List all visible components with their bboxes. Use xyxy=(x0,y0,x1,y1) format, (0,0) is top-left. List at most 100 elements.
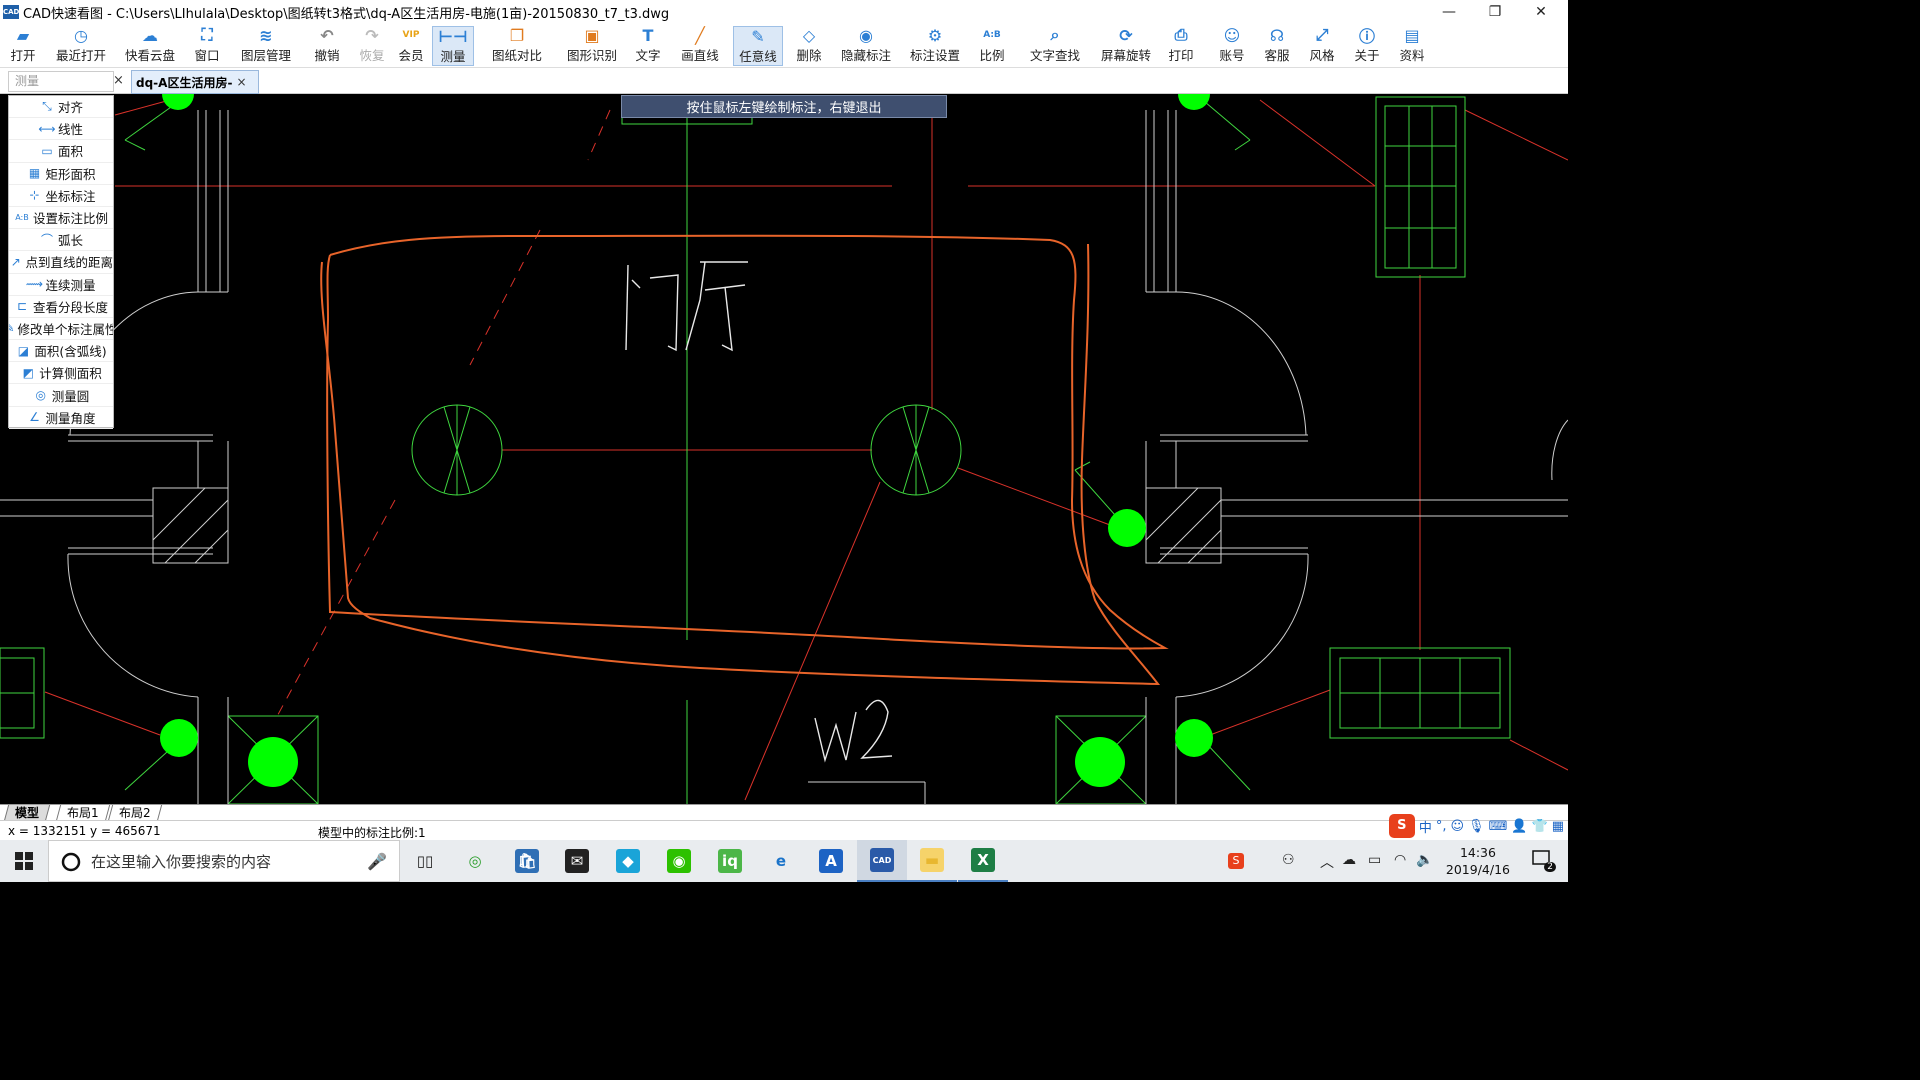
toolbar-button-freehand-pen[interactable]: ✎ 任意线 xyxy=(733,26,783,66)
measure-menu-item[interactable]: ↗ 点到直线的距离 xyxy=(9,251,113,274)
qq-icon: ◆ xyxy=(616,849,640,873)
toolbar-button-text-search[interactable]: ⌕ 文字查找 xyxy=(1027,25,1083,66)
toolbar-button-user[interactable]: ☺ 账号 xyxy=(1217,26,1247,66)
documents-icon: ▤ xyxy=(1404,25,1420,45)
taskbar-app-store[interactable]: 🛍 xyxy=(502,840,552,882)
window-title-bar: CAD CAD快速看图 - C:\Users\LIhulala\Desktop\… xyxy=(0,0,1568,24)
emoji-icon[interactable]: ☺ xyxy=(1450,819,1464,834)
taskbar-app-iqiyi[interactable]: iq xyxy=(705,840,755,882)
side-area-icon: ◩ xyxy=(22,365,34,380)
measure-menu-item[interactable]: ✎修改单个标注属性 xyxy=(9,318,113,341)
measure-menu-item[interactable]: ◎ 测量圆 xyxy=(9,384,113,407)
taskbar-app-qq[interactable]: ◆ xyxy=(603,840,653,882)
measure-menu-item-label: 查看分段长度 xyxy=(32,299,108,315)
toolbar-button-recent-clock[interactable]: ◷ 最近打开 xyxy=(52,26,110,66)
microphone-icon[interactable]: 🎤 xyxy=(367,852,387,871)
tab-layout2[interactable]: 布局2 xyxy=(107,805,162,821)
measure-menu-item[interactable]: ⊏ 查看分段长度 xyxy=(9,296,113,318)
taskbar-app-mail[interactable]: ✉ xyxy=(552,840,602,882)
measure-menu-item[interactable]: ▭ 面积 xyxy=(9,140,113,163)
toolbar-button-scale[interactable]: A:B 比例 xyxy=(977,26,1007,66)
user-icon[interactable]: 👤 xyxy=(1511,819,1527,834)
toolbar-button-redo[interactable]: ↷ 恢复 xyxy=(357,26,387,66)
toolbox-icon[interactable]: ▦ xyxy=(1552,819,1564,834)
minimize-button[interactable]: — xyxy=(1426,0,1472,24)
taskbar-app-edge[interactable]: e xyxy=(756,840,806,882)
battery-icon[interactable]: ▭ xyxy=(1368,852,1381,868)
window-icon: ⛶ xyxy=(201,25,213,44)
tab-model[interactable]: 模型 xyxy=(3,805,51,821)
toolbar-button-annotation-settings[interactable]: ⚙ 标注设置 xyxy=(907,26,963,66)
ime-toolbar[interactable]: S 中 °, ☺ 🎙 ⌨ 👤 👕 ▦ xyxy=(1388,813,1564,839)
measure-menu-item[interactable]: ⟿ 连续测量 xyxy=(9,274,113,296)
microphone-icon[interactable]: 🎙 xyxy=(1468,819,1485,834)
taskbar-app-wechat[interactable]: ◉ xyxy=(654,840,704,882)
measure-menu-item[interactable]: ▦ 矩形面积 xyxy=(9,163,113,185)
document-tab-close-icon[interactable]: × xyxy=(236,75,246,89)
toolbar-button-info[interactable]: ⓘ 关于 xyxy=(1352,26,1382,66)
onedrive-cloud-icon[interactable]: ☁ xyxy=(1342,852,1356,868)
start-button[interactable] xyxy=(0,840,48,882)
taskbar-app-file-explorer[interactable]: ▬ xyxy=(907,840,957,882)
volume-icon[interactable]: 🔈 xyxy=(1416,852,1433,868)
toolbar-button-draw-line[interactable]: ╱ 画直线 xyxy=(679,26,721,66)
people-icon[interactable]: ⚇ xyxy=(1282,852,1295,868)
drawing-canvas[interactable] xyxy=(0,94,1568,804)
annotation-scale-status: 模型中的标注比例:1 xyxy=(318,826,426,840)
measure-menu-item[interactable]: ⌒ 弧长 xyxy=(9,229,113,252)
ime-mode[interactable]: 中 xyxy=(1419,817,1432,836)
measure-menu-item[interactable]: ⊹ 坐标标注 xyxy=(9,185,113,207)
draw-line-icon: ╱ xyxy=(695,25,705,45)
toolbar-button-shape-recognize[interactable]: ▣ 图形识别 xyxy=(564,26,620,66)
restore-button[interactable]: ❐ xyxy=(1472,0,1518,24)
toolbar-button-layers[interactable]: ≋ 图层管理 xyxy=(238,26,294,66)
measure-menu-item-label: 对齐 xyxy=(57,100,83,116)
system-clock[interactable]: 14:36 2019/4/16 xyxy=(1446,844,1510,878)
toolbar-button-cloud[interactable]: ☁ 快看云盘 xyxy=(122,26,178,66)
sogou-tray-icon[interactable]: S xyxy=(1228,852,1244,869)
measure-menu-item[interactable]: A:B 设置标注比例 xyxy=(9,207,113,230)
toolbar-button-text[interactable]: T 文字 xyxy=(633,26,663,66)
toolbar-button-label: 画直线 xyxy=(681,48,719,63)
toolbar-button-rotate-screen[interactable]: ⟳ 屏幕旋转 xyxy=(1098,26,1154,66)
toolbar-button-measure-ruler[interactable]: ⊢⊣ 测量 xyxy=(432,26,474,66)
taskbar-search-box[interactable]: 在这里输入你要搜索的内容 🎤 xyxy=(48,840,400,882)
annotation-scale-icon: A:B xyxy=(15,213,29,223)
toolbar-button-vip[interactable]: VIP 会员 xyxy=(398,26,424,66)
taskbar-app-excel[interactable]: X xyxy=(958,840,1008,882)
cad-drawing[interactable] xyxy=(0,94,1568,804)
document-tab[interactable]: dq-A区生活用房- × xyxy=(131,70,259,94)
toolbar-button-eraser[interactable]: ◇ 删除 xyxy=(794,26,824,66)
measure-search-input[interactable]: 测量 xyxy=(8,71,114,92)
toolbar-button-documents[interactable]: ▤ 资料 xyxy=(1394,26,1430,66)
measure-menu-item[interactable]: ◩ 计算侧面积 xyxy=(9,362,113,385)
style-icon: ⤢ xyxy=(1315,25,1329,44)
toolbar-button-printer[interactable]: ⎙ 打印 xyxy=(1166,25,1196,66)
taskbar-app-cad-viewer[interactable]: CAD xyxy=(857,840,907,882)
skin-icon[interactable]: 👕 xyxy=(1532,819,1548,834)
show-hidden-icons-chevron-icon[interactable]: ︿ xyxy=(1320,852,1334,872)
measure-menu-item[interactable]: ∠ 测量角度 xyxy=(9,407,113,429)
taskbar-app-task-view[interactable]: ▯▯ xyxy=(400,840,450,882)
measure-menu-item[interactable]: ⟷ 线性 xyxy=(9,118,113,141)
toolbar-button-compare[interactable]: ❐ 图纸对比 xyxy=(489,26,545,66)
toolbar-button-open-folder[interactable]: ▰ 打开 xyxy=(8,26,38,66)
taskbar-app-word-a[interactable]: A xyxy=(806,840,856,882)
toolbar-button-style[interactable]: ⤢ 风格 xyxy=(1307,25,1337,66)
close-window-button[interactable]: ✕ xyxy=(1518,0,1564,24)
measure-menu-item[interactable]: ⤡ 对齐 xyxy=(9,96,113,119)
taskbar-app-browser-360[interactable]: ◎ xyxy=(450,840,500,882)
keyboard-icon[interactable]: ⌨ xyxy=(1489,819,1508,834)
toolbar-button-window[interactable]: ⛶ 窗口 xyxy=(192,25,222,66)
punctuation-icon[interactable]: °, xyxy=(1436,819,1447,834)
measure-menu-item[interactable]: ◪ 面积(含弧线) xyxy=(9,340,113,363)
notification-center-icon[interactable]: 2 xyxy=(1532,850,1556,872)
continuous-measure-icon: ⟿ xyxy=(25,277,44,292)
wifi-icon[interactable]: ◠ xyxy=(1394,852,1406,868)
search-close-icon[interactable]: × xyxy=(113,72,125,90)
arc-area-icon: ◪ xyxy=(17,343,30,358)
toolbar-button-headset[interactable]: ☊ 客服 xyxy=(1262,26,1292,66)
toolbar-button-undo[interactable]: ↶ 撤销 xyxy=(312,26,342,66)
toolbar-button-hide-eye[interactable]: ◉ 隐藏标注 xyxy=(838,26,894,66)
tab-layout1[interactable]: 布局1 xyxy=(55,805,110,821)
